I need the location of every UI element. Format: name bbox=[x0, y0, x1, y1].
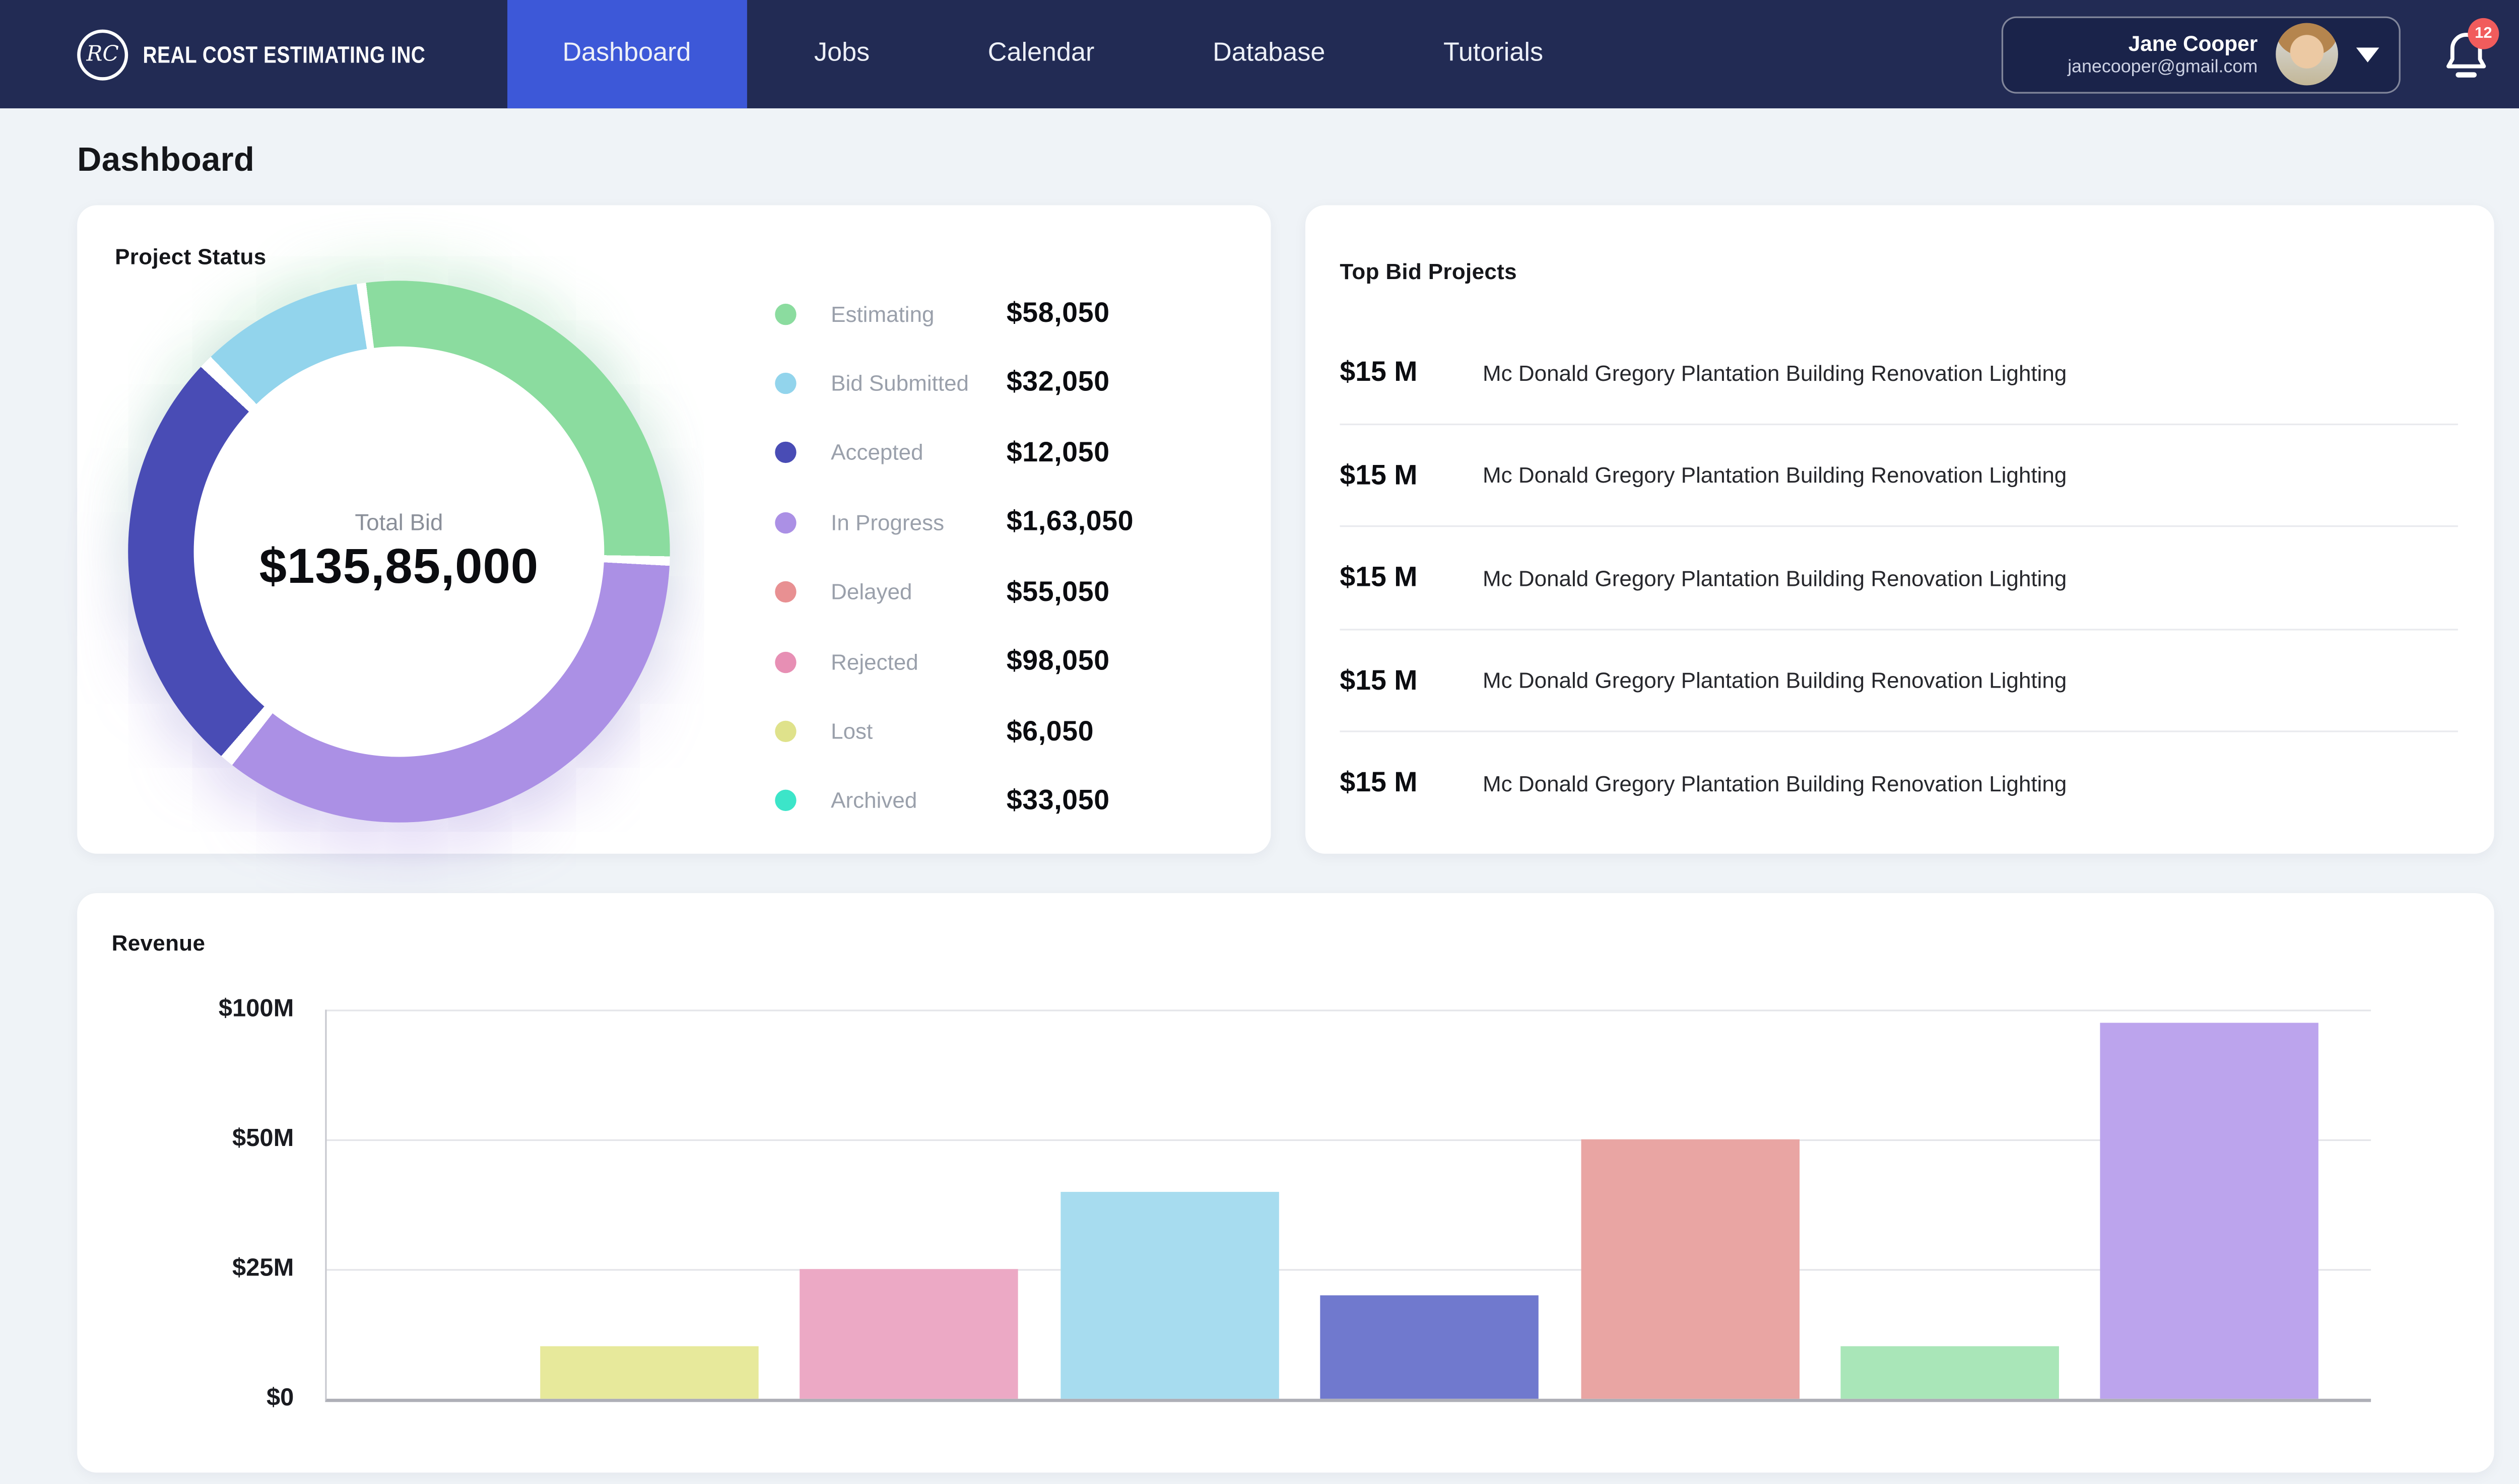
nav-tab-database[interactable]: Database bbox=[1162, 0, 1376, 108]
project-bid-amount: $15 M bbox=[1340, 664, 1441, 697]
nav-tab-tutorials[interactable]: Tutorials bbox=[1393, 0, 1594, 108]
legend-label: In Progress bbox=[831, 510, 1007, 535]
revenue-bar bbox=[2101, 1023, 2319, 1399]
revenue-bar bbox=[540, 1347, 758, 1399]
project-bid-amount: $15 M bbox=[1340, 562, 1441, 594]
legend-item: In Progress $1,63,050 bbox=[775, 506, 1235, 539]
gridline bbox=[327, 1009, 2371, 1011]
avatar bbox=[2276, 23, 2338, 86]
legend-value: $33,050 bbox=[1007, 785, 1110, 818]
navbar-right: Jane Cooper janecooper@gmail.com 12 bbox=[2002, 0, 2519, 108]
nav-tab-calendar[interactable]: Calendar bbox=[937, 0, 1146, 108]
gridline bbox=[327, 1269, 2371, 1270]
y-axis-tick-label: $0 bbox=[97, 1384, 294, 1413]
legend-value: $6,050 bbox=[1007, 715, 1094, 748]
project-name: Mc Donald Gregory Plantation Building Re… bbox=[1483, 463, 2067, 488]
y-axis-tick-label: $25M bbox=[97, 1254, 294, 1284]
project-name: Mc Donald Gregory Plantation Building Re… bbox=[1483, 361, 2067, 385]
user-email: janecooper@gmail.com bbox=[2068, 57, 2258, 77]
project-bid-amount: $15 M bbox=[1340, 767, 1441, 800]
notification-count-badge: 12 bbox=[2468, 18, 2499, 49]
top-bid-project-row[interactable]: $15 M Mc Donald Gregory Plantation Build… bbox=[1340, 424, 2458, 526]
top-cards-row: Project Status Total Bid $135,85,000 Est… bbox=[77, 205, 2494, 853]
legend-item: Lost $6,050 bbox=[775, 715, 1235, 748]
legend-dot-icon bbox=[775, 721, 796, 742]
revenue-bar-chart: $0$25M$50M$100M bbox=[325, 1009, 2371, 1402]
total-bid-value: $135,85,000 bbox=[259, 539, 539, 595]
legend-dot-icon bbox=[775, 303, 796, 324]
top-bid-projects-title: Top Bid Projects bbox=[1340, 260, 2458, 285]
brand-name: REAL COST ESTIMATING INC bbox=[143, 41, 426, 67]
legend-dot-icon bbox=[775, 651, 796, 672]
revenue-bar bbox=[1580, 1139, 1799, 1399]
legend-dot-icon bbox=[775, 581, 796, 602]
legend-label: Rejected bbox=[831, 649, 1007, 674]
project-status-title: Project Status bbox=[115, 245, 266, 269]
user-profile-chip[interactable]: Jane Cooper janecooper@gmail.com bbox=[2002, 16, 2401, 93]
top-bid-project-row[interactable]: $15 M Mc Donald Gregory Plantation Build… bbox=[1340, 526, 2458, 629]
nav-tab-jobs[interactable]: Jobs bbox=[763, 0, 920, 108]
project-status-legend: Estimating $58,050 Bid Submitted $32,050… bbox=[775, 297, 1235, 818]
dashboard-page: RC REAL COST ESTIMATING INC Dashboard Jo… bbox=[0, 0, 2519, 1484]
legend-value: $58,050 bbox=[1007, 297, 1110, 330]
legend-dot-icon bbox=[775, 512, 796, 533]
chevron-down-icon[interactable] bbox=[2356, 47, 2379, 61]
legend-item: Delayed $55,050 bbox=[775, 576, 1235, 609]
project-name: Mc Donald Gregory Plantation Building Re… bbox=[1483, 668, 2067, 693]
gridline bbox=[327, 1139, 2371, 1141]
legend-item: Rejected $98,050 bbox=[775, 645, 1235, 678]
revenue-bar bbox=[1060, 1191, 1279, 1399]
project-name: Mc Donald Gregory Plantation Building Re… bbox=[1483, 566, 2067, 590]
brand: RC REAL COST ESTIMATING INC bbox=[0, 0, 507, 108]
main-content: Dashboard Project Status Total Bid $135,… bbox=[0, 141, 2519, 1472]
top-bid-projects-card: Top Bid Projects $15 M Mc Donald Gregory… bbox=[1305, 205, 2494, 853]
donut-center: Total Bid $135,85,000 bbox=[194, 347, 605, 757]
legend-label: Accepted bbox=[831, 441, 1007, 465]
legend-label: Bid Submitted bbox=[831, 371, 1007, 395]
page-title: Dashboard bbox=[77, 141, 2494, 180]
project-bid-amount: $15 M bbox=[1340, 459, 1441, 492]
revenue-bar bbox=[800, 1269, 1018, 1398]
revenue-title: Revenue bbox=[112, 931, 206, 956]
y-axis-tick-label: $100M bbox=[97, 995, 294, 1025]
top-bid-projects-list: $15 M Mc Donald Gregory Plantation Build… bbox=[1340, 322, 2458, 834]
total-bid-label: Total Bid bbox=[355, 508, 443, 534]
legend-value: $32,050 bbox=[1007, 367, 1110, 399]
revenue-card: Revenue $0$25M$50M$100M bbox=[77, 893, 2494, 1472]
legend-dot-icon bbox=[775, 442, 796, 463]
legend-value: $12,050 bbox=[1007, 436, 1110, 469]
legend-item: Archived $33,050 bbox=[775, 785, 1235, 818]
legend-label: Archived bbox=[831, 789, 1007, 814]
project-name: Mc Donald Gregory Plantation Building Re… bbox=[1483, 771, 2067, 796]
legend-label: Lost bbox=[831, 719, 1007, 744]
user-profile-text: Jane Cooper janecooper@gmail.com bbox=[2068, 31, 2258, 77]
project-status-card: Project Status Total Bid $135,85,000 Est… bbox=[77, 205, 1271, 853]
legend-label: Delayed bbox=[831, 580, 1007, 604]
legend-item: Accepted $12,050 bbox=[775, 436, 1235, 469]
legend-value: $1,63,050 bbox=[1007, 506, 1134, 539]
project-bid-amount: $15 M bbox=[1340, 357, 1441, 389]
project-status-donut-chart: Total Bid $135,85,000 bbox=[128, 281, 670, 823]
legend-item: Estimating $58,050 bbox=[775, 297, 1235, 330]
user-name: Jane Cooper bbox=[2129, 31, 2258, 56]
revenue-bar bbox=[1840, 1347, 2059, 1399]
top-bid-project-row[interactable]: $15 M Mc Donald Gregory Plantation Build… bbox=[1340, 731, 2458, 834]
legend-dot-icon bbox=[775, 790, 796, 812]
top-bid-project-row[interactable]: $15 M Mc Donald Gregory Plantation Build… bbox=[1340, 322, 2458, 423]
top-navbar: RC REAL COST ESTIMATING INC Dashboard Jo… bbox=[0, 0, 2519, 108]
legend-item: Bid Submitted $32,050 bbox=[775, 367, 1235, 399]
notifications-bell-button[interactable]: 12 bbox=[2443, 30, 2489, 79]
legend-value: $98,050 bbox=[1007, 645, 1110, 678]
brand-logo-icon: RC bbox=[77, 29, 128, 80]
legend-value: $55,050 bbox=[1007, 576, 1110, 609]
top-bid-project-row[interactable]: $15 M Mc Donald Gregory Plantation Build… bbox=[1340, 629, 2458, 731]
legend-dot-icon bbox=[775, 373, 796, 394]
legend-label: Estimating bbox=[831, 301, 1007, 326]
nav-tab-dashboard[interactable]: Dashboard bbox=[507, 0, 747, 108]
revenue-bar bbox=[1320, 1295, 1539, 1399]
nav-tabs: Dashboard Jobs Calendar Database Tutoria… bbox=[507, 0, 1594, 108]
y-axis-tick-label: $50M bbox=[97, 1124, 294, 1154]
